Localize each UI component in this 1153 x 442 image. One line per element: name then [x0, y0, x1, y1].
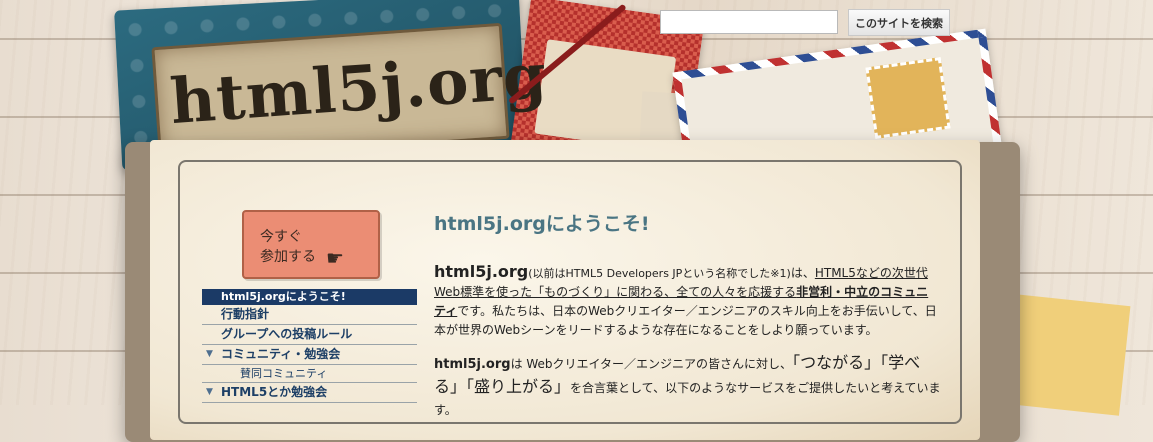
search-button[interactable]: このサイトを検索: [848, 9, 950, 36]
nav-item-posting-rules[interactable]: グループへの投稿ルール: [202, 325, 417, 345]
search-input[interactable]: [660, 10, 838, 34]
keyword-connect: 「つながる」: [792, 353, 881, 372]
yellow-tab-decoration: [1004, 294, 1131, 416]
brand-name: html5j.org: [434, 357, 511, 372]
sidebar-nav: html5j.orgにようこそ! 行動指針 グループへの投稿ルール ▼ コミュニテ…: [202, 289, 417, 403]
mission-text-1: は Webクリエイター／エンジニアの皆さんに対し、: [510, 357, 793, 371]
nav-item-community-label: コミュニティ・勉強会: [221, 347, 341, 361]
nav-item-community[interactable]: ▼ コミュニティ・勉強会: [202, 345, 417, 365]
join-now-button[interactable]: 今すぐ 参加する ☛: [242, 210, 380, 279]
page-title: html5j.orgにようこそ!: [434, 213, 650, 235]
mission-paragraph: html5j.orgは Webクリエイター／エンジニアの皆さんに対し、「つながる…: [434, 352, 944, 421]
stamp-decoration: [865, 57, 951, 139]
join-now-label-line1: 今すぐ: [260, 229, 302, 245]
nav-subitem-supporting-communities[interactable]: 賛同コミュニティ: [202, 365, 417, 383]
former-name-note: (以前はHTML5 Developers JPという名称でした※1): [528, 267, 791, 280]
intro-paragraph: html5j.org(以前はHTML5 Developers JPという名称でし…: [434, 262, 939, 340]
join-now-label-line2: 参加する: [260, 249, 316, 265]
pointing-hand-icon: ☛: [326, 246, 344, 270]
intro-rest-text: です。私たちは、日本のWebクリエイター／エンジニアのスキル向上をお手伝いして、…: [434, 304, 937, 337]
expand-triangle-icon: ▼: [206, 349, 213, 359]
nav-item-welcome[interactable]: html5j.orgにようこそ!: [202, 289, 417, 305]
nav-item-guidelines[interactable]: 行動指針: [202, 305, 417, 325]
expand-triangle-icon: ▼: [206, 387, 213, 397]
nav-item-html5-study-label: HTML5とか勉強会: [221, 385, 328, 399]
brand-name: html5j.org: [434, 262, 529, 281]
nav-item-html5-study[interactable]: ▼ HTML5とか勉強会: [202, 383, 417, 403]
keyword-excite: 「盛り上がる」: [466, 377, 571, 396]
intro-connector: は、: [790, 266, 815, 280]
